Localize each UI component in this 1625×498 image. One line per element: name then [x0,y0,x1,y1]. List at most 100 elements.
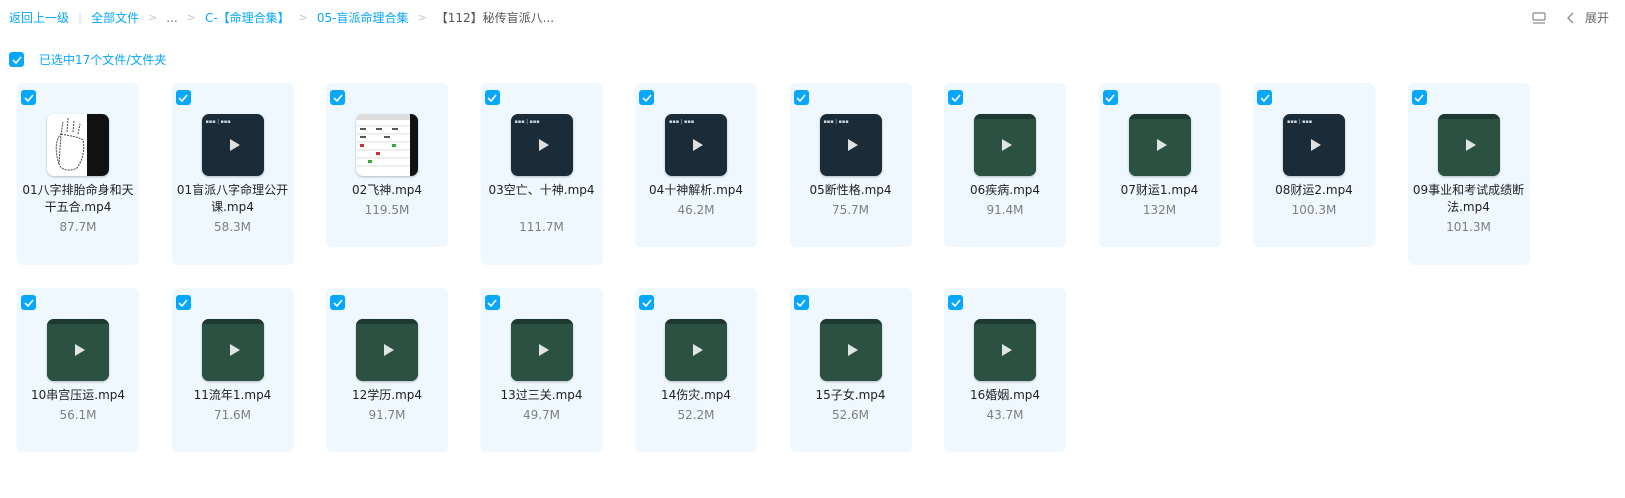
file-name: 15子女.mp4 [815,388,886,402]
file-card[interactable]: 06疾病.mp4 91.4M [944,83,1066,247]
file-name: 10串宫压运.mp4 [30,388,126,402]
file-size: 52.2M [677,408,715,422]
file-checkbox[interactable] [484,295,500,310]
file-name: 04十神解析.mp4 [648,183,744,197]
file-checkbox[interactable] [1102,90,1118,105]
breadcrumb-all-files[interactable]: 全部文件 [91,9,139,26]
file-size: 111.7M [519,220,564,234]
file-card[interactable]: ▪▪▪ | ▪▪▪ 04十神解析.mp4 46.2M [635,83,757,247]
play-icon [1465,139,1476,151]
document-thumbnail [356,114,418,176]
file-checkbox[interactable] [639,90,654,105]
file-card[interactable]: 16婚姻.mp4 43.7M [944,288,1066,452]
chevron-left-icon[interactable] [1563,10,1579,26]
file-card[interactable]: 15子女.mp4 52.6M [789,288,912,452]
file-name: 03空亡、十神.mp4 [488,183,595,197]
breadcrumb-current: 【112】秘传盲派八... [435,11,555,25]
file-checkbox[interactable] [948,90,963,105]
file-name: 12学历.mp4 [351,388,423,402]
breadcrumb-ellipsis[interactable]: ... [166,11,177,25]
file-checkbox[interactable] [21,90,36,105]
file-checkbox[interactable] [793,295,809,310]
file-card[interactable]: 02飞神.mp4 119.5M [326,83,448,247]
file-checkbox[interactable] [1257,90,1272,105]
file-name: 14伤灾.mp4 [660,388,732,402]
video-watermark: ▪▪▪ | ▪▪▪ [1287,119,1313,125]
breadcrumb-divider: | [78,10,83,25]
file-size: 58.3M [213,220,252,234]
selection-count-label: 已选中17个文件/文件夹 [39,53,167,67]
play-icon [1156,139,1167,151]
file-card[interactable]: ▪▪▪ | ▪▪▪ 01盲派八字命理公开课.mp4 58.3M [171,83,294,265]
file-name: 11流年1.mp4 [193,388,272,402]
file-name: 16婚姻.mp4 [969,388,1041,402]
file-card[interactable]: 07财运1.mp4 132M [1098,83,1221,247]
chevron-right-icon: > [298,11,308,24]
file-card[interactable]: 13过三关.mp4 49.7M [480,288,603,452]
list-view-icon[interactable] [1531,10,1547,26]
breadcrumb-folder-05[interactable]: 05-盲派命理合集 [317,9,409,26]
file-size: 91.7M [368,408,406,422]
video-thumbnail [665,319,727,381]
video-thumbnail: ▪▪▪ | ▪▪▪ [665,114,727,176]
video-watermark: ▪▪▪ | ▪▪▪ [205,119,231,125]
play-icon [1002,139,1012,151]
file-checkbox[interactable] [175,295,191,310]
play-icon [229,139,240,151]
file-checkbox[interactable] [175,90,191,105]
file-size: 43.7M [986,408,1024,422]
play-icon [847,344,858,356]
file-card[interactable]: 14伤灾.mp4 52.2M [635,288,757,452]
video-thumbnail [1437,114,1500,176]
video-thumbnail: ▪▪▪ | ▪▪▪ [510,114,573,176]
video-thumbnail [510,319,573,381]
video-thumbnail: ▪▪▪ | ▪▪▪ [1283,114,1345,176]
select-all-checkbox[interactable] [9,52,24,67]
play-icon [538,139,549,151]
back-link[interactable]: 返回上一级 [9,9,69,26]
video-thumbnail [974,319,1036,381]
play-icon [693,139,703,151]
file-size: 56.1M [59,408,97,422]
file-card[interactable]: ▪▪▪ | ▪▪▪ 05断性格.mp4 75.7M [789,83,912,247]
file-name: 13过三关.mp4 [500,388,583,402]
file-checkbox[interactable] [484,90,500,105]
file-name: 08财运2.mp4 [1275,183,1353,197]
video-watermark: ▪▪▪ | ▪▪▪ [669,119,695,125]
file-checkbox[interactable] [1411,90,1427,105]
file-size: 101.3M [1446,220,1491,234]
file-card[interactable]: 09事业和考试成绩断法.mp4 101.3M [1407,83,1530,265]
play-icon [1311,139,1321,151]
view-tools: 展开 [1531,9,1609,26]
file-size: 75.7M [831,203,870,217]
play-icon [229,344,240,356]
chevron-right-icon: > [417,11,427,24]
play-icon [75,344,85,356]
file-checkbox[interactable] [330,295,345,310]
file-card[interactable]: 01八字排胎命身和天干五合.mp4 87.7M [17,83,139,265]
file-checkbox[interactable] [330,90,345,105]
video-thumbnail [201,319,264,381]
file-card[interactable]: 11流年1.mp4 71.6M [171,288,294,452]
file-size: 100.3M [1291,203,1337,217]
breadcrumb: 返回上一级 | 全部文件 > ... > C-【命理合集】 > 05-盲派命理合… [9,9,554,26]
file-size: 46.2M [677,203,715,217]
file-checkbox[interactable] [639,295,654,310]
file-checkbox[interactable] [793,90,809,105]
file-size: 71.6M [213,408,252,422]
select-all-row: 已选中17个文件/文件夹 [9,51,166,68]
file-card[interactable]: ▪▪▪ | ▪▪▪ 08财运2.mp4 100.3M [1253,83,1375,247]
expand-button[interactable]: 展开 [1585,9,1609,26]
file-name: 05断性格.mp4 [809,183,892,197]
file-checkbox[interactable] [948,295,963,310]
video-thumbnail [974,114,1036,176]
file-card[interactable]: 10串宫压运.mp4 56.1M [17,288,139,452]
file-name: 06疾病.mp4 [969,183,1041,197]
file-name: 09事业和考试成绩断法.mp4 [1412,183,1525,214]
file-card[interactable]: ▪▪▪ | ▪▪▪ 03空亡、十神.mp4 111.7M [480,83,603,265]
video-thumbnail: ▪▪▪ | ▪▪▪ [201,114,264,176]
file-size: 119.5M [364,203,410,217]
breadcrumb-folder-c[interactable]: C-【命理合集】 [205,9,290,26]
file-card[interactable]: 12学历.mp4 91.7M [326,288,448,452]
file-checkbox[interactable] [21,295,36,310]
